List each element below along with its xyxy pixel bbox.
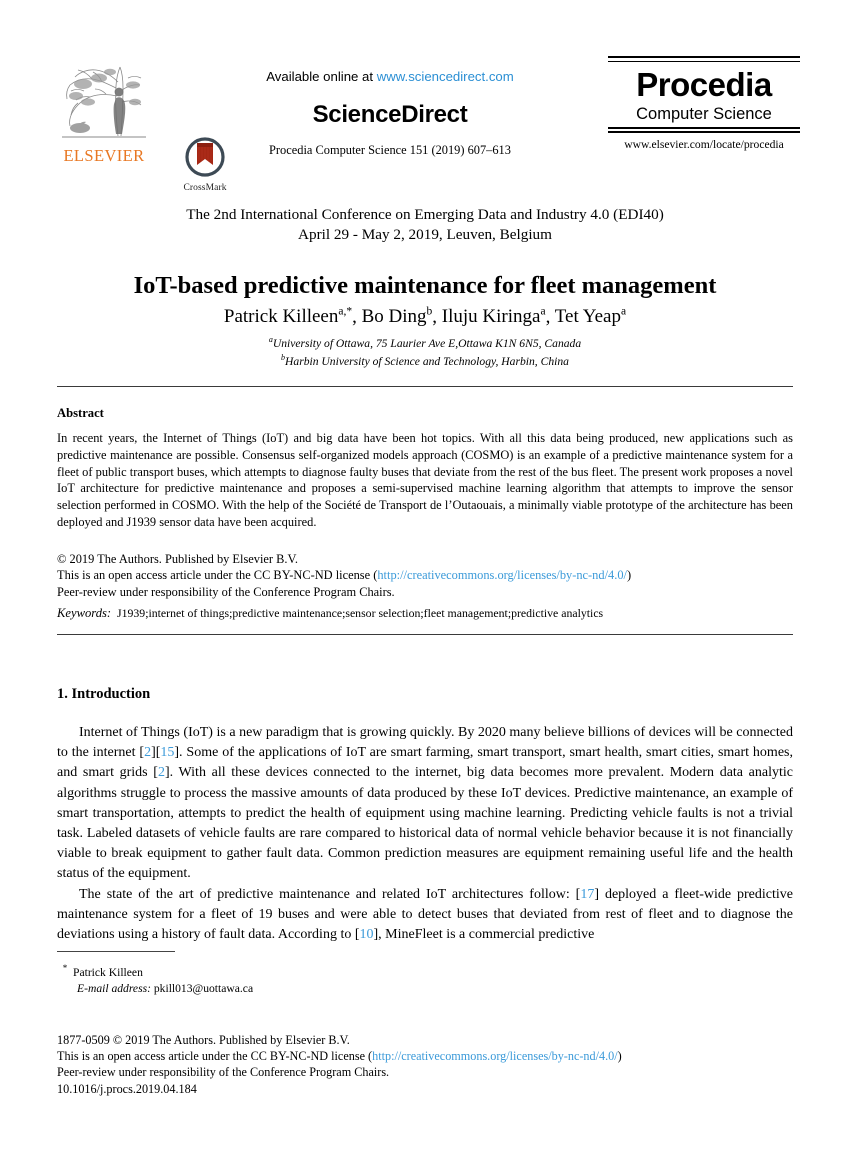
author-name: Iluju Kiringa [441, 306, 541, 328]
footnote-author-line: * Patrick Killeen [57, 960, 557, 981]
email-label: E-mail address: [77, 981, 151, 995]
author-list: Patrick Killeena,*, Bo Dingb, Iluju Kiri… [0, 300, 850, 329]
footnote-divider [57, 951, 175, 952]
author-separator: , [352, 306, 362, 328]
keywords-value: J1939;internet of things;predictive main… [117, 606, 604, 620]
crossmark-label: CrossMark [183, 183, 227, 193]
author-name: Bo Ding [361, 306, 427, 328]
citation-ref[interactable]: 15 [160, 745, 174, 760]
paragraph-2: The state of the art of predictive maint… [57, 885, 793, 946]
author-entry: Bo Dingb [362, 306, 433, 327]
author-name: Tet Yeap [554, 306, 621, 328]
keywords-line: Keywords: J1939;internet of things;predi… [57, 606, 793, 621]
procedia-url-link[interactable]: www.elsevier.com/locate/procedia [608, 138, 800, 151]
elsevier-logo: ELSEVIER [58, 58, 150, 173]
footnote-block: * Patrick Killeen E-mail address: pkill01… [57, 960, 557, 997]
conference-line: The 2nd International Conference on Emer… [0, 205, 850, 244]
citation-ref[interactable]: 2 [144, 745, 151, 760]
conference-name: The 2nd International Conference on Emer… [186, 206, 664, 223]
license-suffix: ) [626, 568, 632, 583]
footer-license-prefix: This is an open access article under the… [57, 1049, 373, 1064]
citation-ref[interactable]: 10 [360, 927, 374, 942]
procedia-subtitle: Computer Science [636, 105, 772, 123]
procedia-rule-bottom [608, 127, 800, 133]
author-name: Patrick Killeen [223, 306, 339, 328]
copyright-line: © 2019 The Authors. Published by Elsevie… [57, 552, 298, 566]
p1-text-b: ][ [151, 745, 161, 761]
abstract-bottom-divider [57, 634, 793, 635]
paper-page: ELSEVIER CrossMark Available online at w… [0, 0, 850, 1160]
citation-ref[interactable]: 17 [580, 887, 594, 902]
elsevier-tree-icon [60, 60, 148, 144]
page-title: IoT-based predictive maintenance for fle… [133, 272, 717, 300]
keywords-label: Keywords: [57, 606, 112, 620]
author-affiliation-marker: a [621, 306, 627, 318]
footer-peer-review-line: Peer-review under responsibility of the … [57, 1065, 390, 1080]
masthead: ELSEVIER CrossMark Available online at w… [0, 55, 850, 193]
author-entry: Patrick Killeena,* [224, 306, 352, 327]
crossmark-logo[interactable]: CrossMark [176, 137, 234, 193]
license-line: This is an open access article under the… [57, 567, 793, 583]
license-url-link[interactable]: http://creativecommons.org/licenses/by-n… [377, 568, 627, 582]
conference-date-location: April 29 - May 2, 2019, Leuven, Belgium [298, 225, 552, 243]
author-entry: Iluju Kiringaa [442, 306, 546, 327]
affiliation-text: University of Ottawa, 75 Laurier Ave E,O… [272, 336, 582, 350]
p1-text-d: ]. With all these devices connected to t… [57, 765, 793, 882]
affiliation-text: Harbin University of Science and Technol… [285, 355, 569, 369]
footer-doi[interactable]: 10.1016/j.procs.2019.04.184 [57, 1081, 793, 1097]
available-online-line: Available online at www.sciencedirect.co… [245, 69, 535, 84]
section-heading-introduction: 1. Introduction [57, 686, 151, 702]
footnote-marker: * [62, 963, 68, 973]
footnote-author-name: Patrick Killeen [73, 965, 143, 979]
sciencedirect-block: Available online at www.sciencedirect.co… [245, 69, 535, 158]
footer-license-line: This is an open access article under the… [57, 1048, 793, 1064]
citation-ref[interactable]: 2 [158, 765, 165, 780]
author-affiliation-marker: a,* [338, 306, 353, 318]
p2-text-a: The state of the art of predictive maint… [79, 886, 581, 902]
procedia-logo: Procedia Computer Science www.elsevier.c… [608, 56, 800, 151]
elsevier-wordmark: ELSEVIER [63, 146, 145, 165]
journal-reference: Procedia Computer Science 151 (2019) 607… [269, 143, 511, 157]
email-value[interactable]: pkill013@uottawa.ca [154, 982, 253, 995]
license-prefix: This is an open access article under the… [57, 568, 378, 583]
footer-license-suffix: ) [617, 1049, 622, 1064]
crossmark-badge-icon [185, 137, 225, 177]
abstract-body: In recent years, the Internet of Things … [57, 431, 793, 529]
footer-issn-line: 1877-0509 © 2019 The Authors. Published … [57, 1033, 350, 1047]
affiliation-item: bHarbin University of Science and Techno… [0, 351, 850, 369]
author-entry: Tet Yeapa [555, 306, 626, 327]
p2-text-c: ], MineFleet is a commercial predictive [373, 927, 595, 943]
abstract-top-divider [57, 386, 793, 387]
procedia-rule-top [608, 56, 800, 62]
affiliation-item: aUniversity of Ottawa, 75 Laurier Ave E,… [0, 333, 850, 351]
procedia-wordmark: Procedia [636, 66, 772, 103]
available-online-prefix: Available online at [266, 69, 377, 84]
sciencedirect-url-link[interactable]: www.sciencedirect.com [377, 69, 514, 84]
sciencedirect-wordmark: ScienceDirect [312, 101, 468, 128]
footer-license-url-link[interactable]: http://creativecommons.org/licenses/by-n… [372, 1049, 618, 1063]
paragraph-1: Internet of Things (IoT) is a new paradi… [57, 723, 793, 885]
introduction-body: Internet of Things (IoT) is a new paradi… [57, 723, 793, 945]
author-separator: , [545, 306, 555, 328]
abstract-copyright-block: © 2019 The Authors. Published by Elsevie… [57, 551, 793, 600]
page-footer: 1877-0509 © 2019 The Authors. Published … [57, 1032, 793, 1097]
affiliation-list: aUniversity of Ottawa, 75 Laurier Ave E,… [0, 333, 850, 370]
abstract-heading: Abstract [57, 406, 104, 420]
footnote-email-line: E-mail address: pkill013@uottawa.ca [77, 981, 557, 997]
peer-review-line: Peer-review under responsibility of the … [57, 584, 395, 599]
author-separator: , [432, 306, 442, 328]
